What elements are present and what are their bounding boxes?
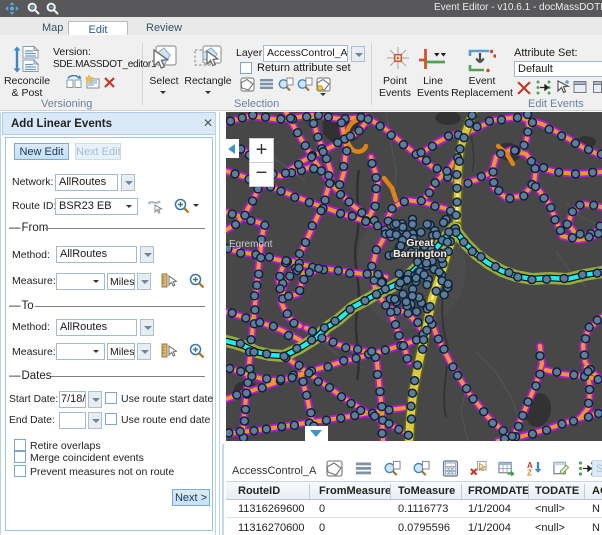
svg-text:Egremont: Egremont xyxy=(229,239,273,250)
svg-text:Z: Z xyxy=(527,469,532,477)
svg-text:Barrington: Barrington xyxy=(393,248,447,260)
